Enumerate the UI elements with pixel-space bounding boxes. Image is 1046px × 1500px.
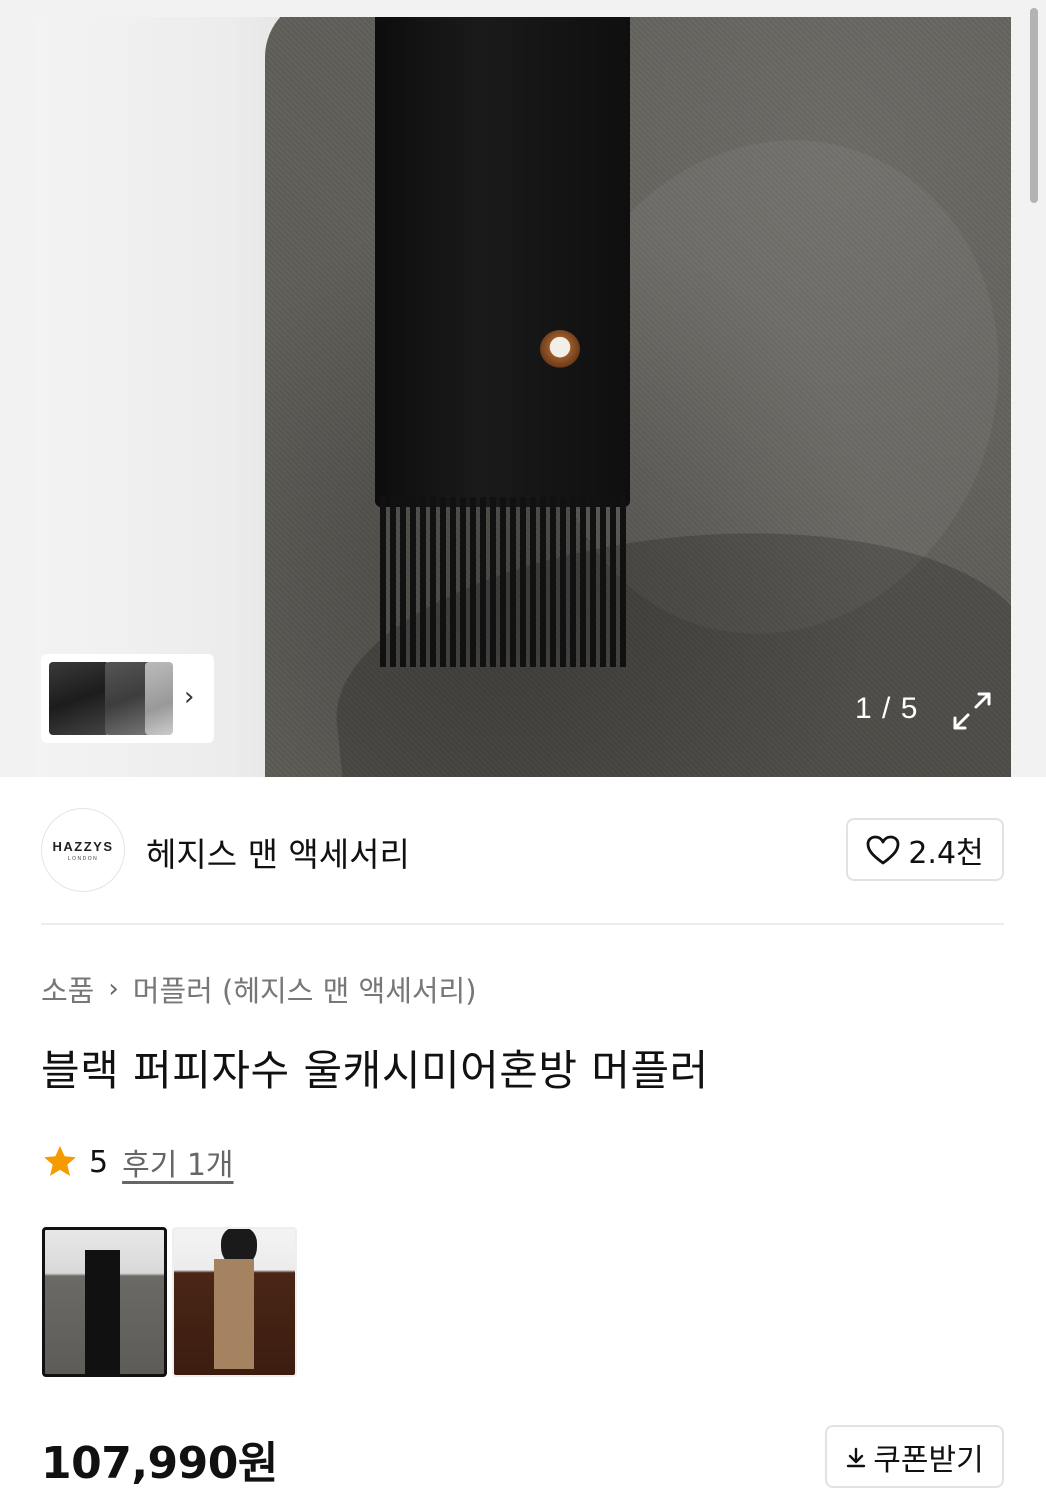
coupon-button[interactable]: 쿠폰받기 — [825, 1425, 1004, 1488]
product-price: 107,990원 — [41, 1438, 278, 1489]
expand-icon[interactable] — [951, 690, 993, 732]
thumbnail-image — [145, 662, 173, 735]
brand-logo[interactable]: HAZZYS LONDON — [41, 808, 125, 892]
product-image-gallery[interactable]: › 1 / 5 — [0, 0, 1046, 777]
heart-icon — [866, 835, 900, 864]
brand-name[interactable]: 헤지스 맨 액세서리 — [146, 828, 410, 876]
like-button[interactable]: 2.4천 — [846, 818, 1004, 881]
image-counter: 1 / 5 — [855, 692, 919, 725]
rating-summary: 5 후기 1개 — [41, 1140, 234, 1184]
rating-score: 5 — [89, 1144, 109, 1180]
like-count: 2.4천 — [908, 835, 984, 871]
thumbnail-image — [49, 662, 109, 735]
coupon-button-label: 쿠폰받기 — [873, 1442, 984, 1478]
review-count-link[interactable]: 후기 1개 — [122, 1140, 233, 1184]
breadcrumb: 소품 › 머플러 (헤지스 맨 액세서리) — [41, 968, 477, 1010]
divider — [41, 923, 1004, 925]
chevron-right-icon[interactable]: › — [184, 684, 194, 710]
download-icon — [847, 1447, 866, 1467]
product-title: 블랙 퍼피자수 울캐시미어혼방 머플러 — [41, 1046, 709, 1095]
scarf-photo — [375, 17, 630, 507]
color-option-camel[interactable] — [172, 1227, 297, 1377]
gallery-thumbnail-strip[interactable]: › — [41, 654, 214, 743]
puppy-embroidery — [540, 330, 580, 368]
color-option-black[interactable] — [42, 1227, 167, 1377]
chevron-right-icon: › — [108, 974, 119, 1004]
breadcrumb-item[interactable]: 소품 — [41, 968, 94, 1010]
star-icon — [44, 1145, 76, 1176]
brand-logo-text: HAZZYS — [52, 839, 114, 854]
scrollbar[interactable] — [1030, 8, 1038, 203]
breadcrumb-item[interactable]: 머플러 (헤지스 맨 액세서리) — [133, 968, 477, 1010]
brand-logo-subtext: LONDON — [67, 856, 99, 862]
